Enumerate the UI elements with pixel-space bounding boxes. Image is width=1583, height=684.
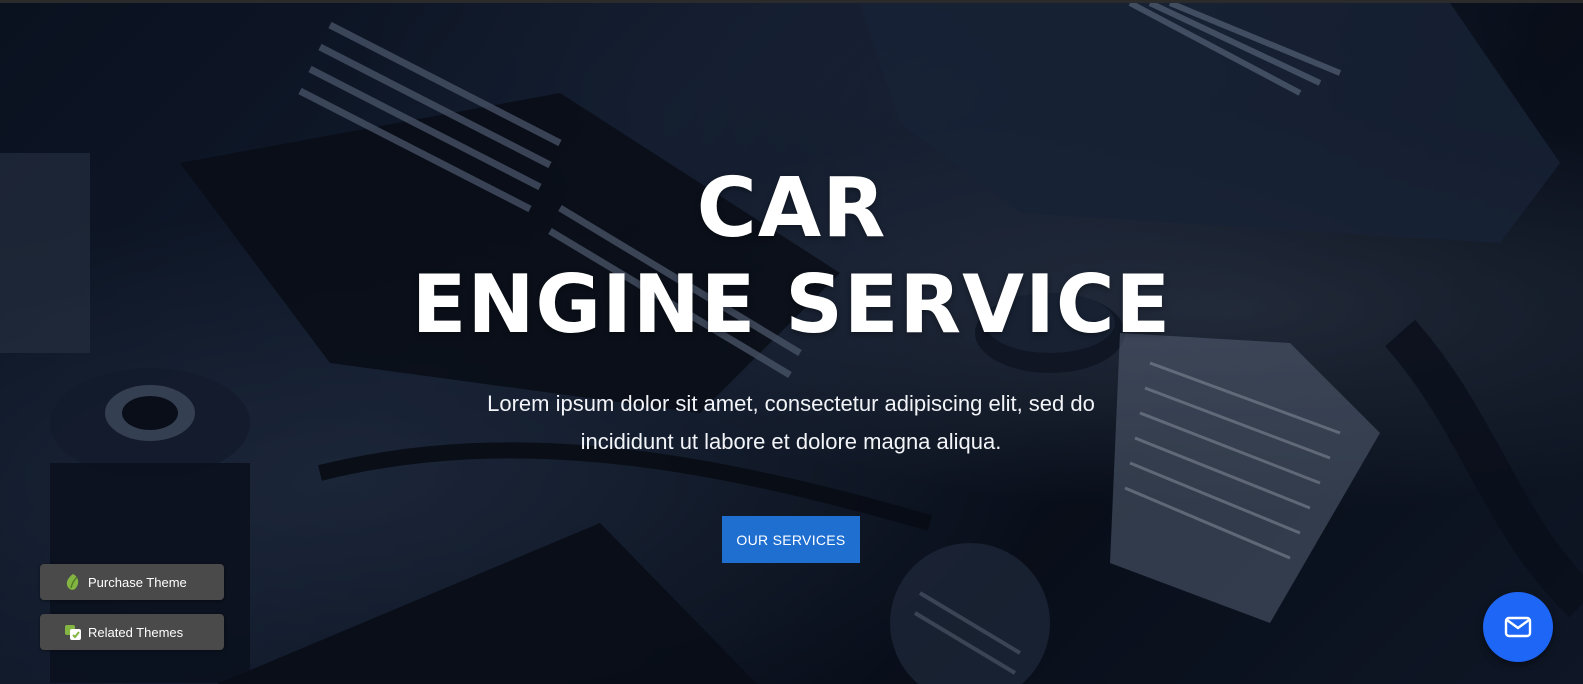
envelope-icon [1504, 616, 1532, 638]
envato-leaf-icon [64, 573, 82, 591]
hero-title-line-1: CAR [696, 161, 887, 256]
related-themes-button[interactable]: Related Themes [40, 614, 224, 650]
contact-fab-button[interactable] [1483, 592, 1553, 662]
hero-section: CAR ENGINE SERVICE Lorem ipsum dolor sit… [0, 0, 1583, 684]
hero-subtitle: Lorem ipsum dolor sit amet, consectetur … [487, 391, 1095, 454]
purchase-theme-button[interactable]: Purchase Theme [40, 564, 224, 600]
related-themes-icon [64, 623, 82, 641]
hero-title-line-2: ENGINE SERVICE [411, 258, 1172, 351]
related-themes-label: Related Themes [88, 624, 184, 640]
purchase-theme-label: Purchase Theme [88, 574, 187, 590]
our-services-button[interactable]: OUR SERVICES [722, 516, 860, 563]
